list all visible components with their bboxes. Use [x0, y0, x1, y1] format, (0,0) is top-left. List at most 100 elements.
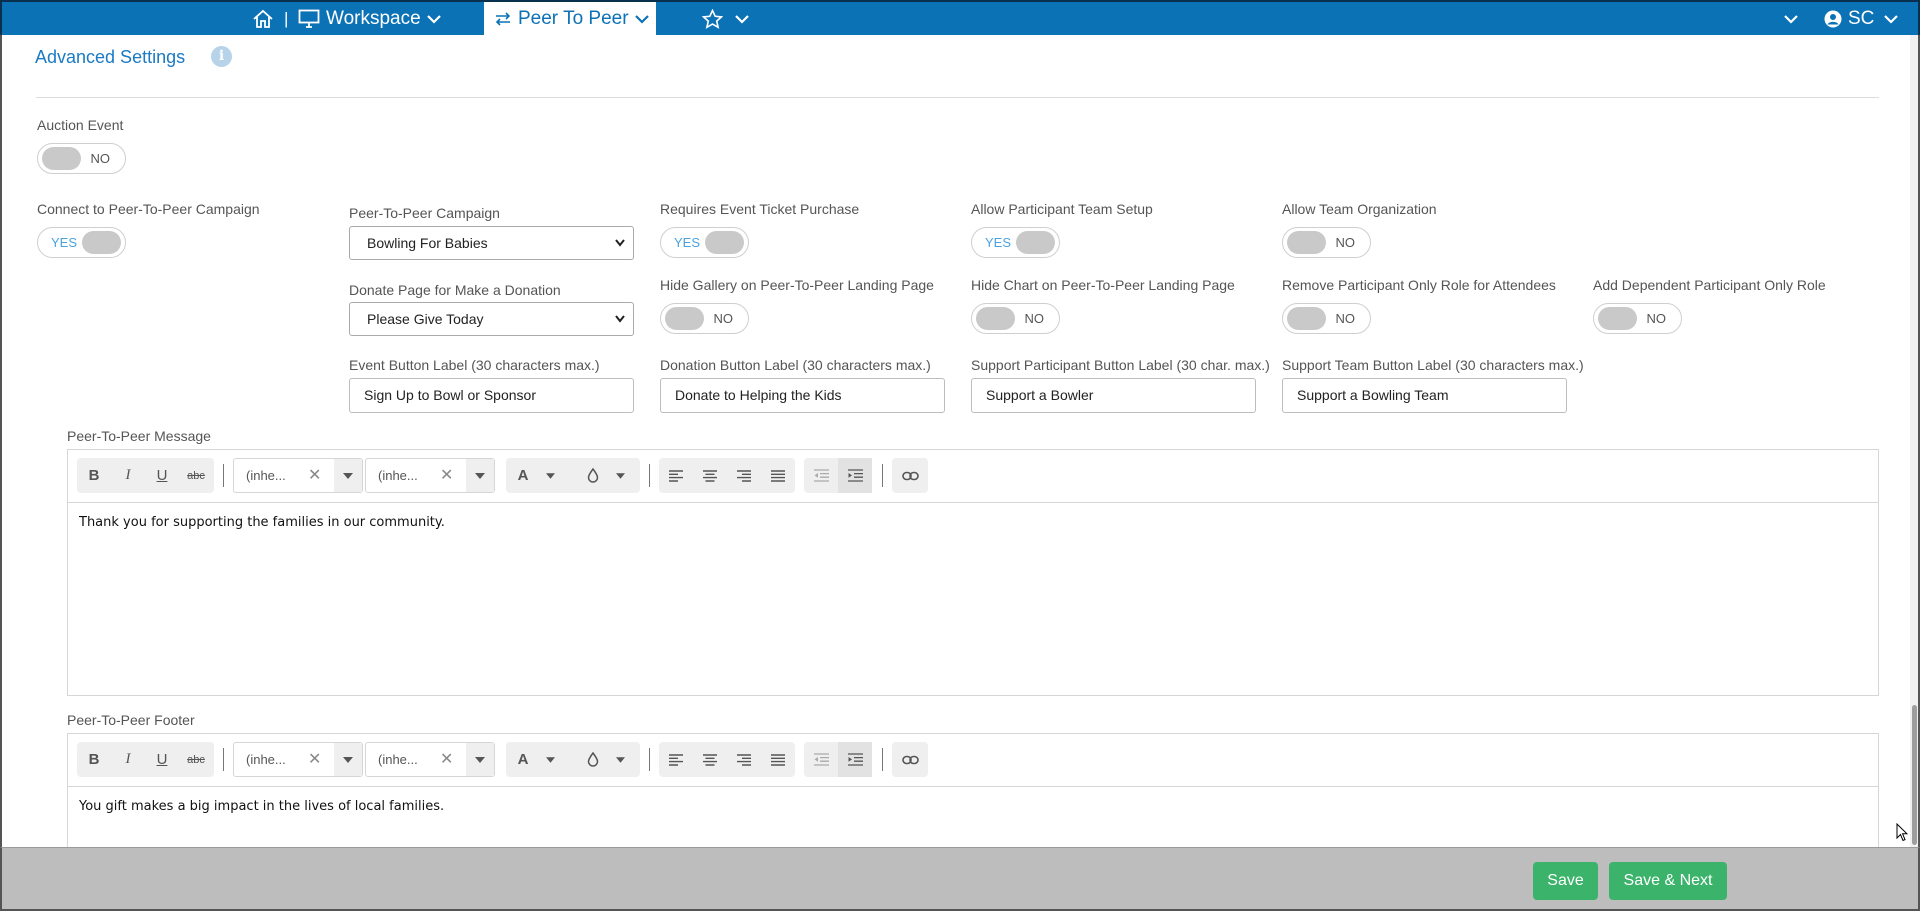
link-icon — [901, 471, 919, 480]
background-color-button[interactable] — [576, 742, 610, 777]
underline-button[interactable]: U — [145, 458, 179, 493]
format-group: B I U abc — [77, 458, 214, 493]
auction-event-toggle[interactable]: NO — [37, 143, 126, 174]
user-menu[interactable]: SC — [1824, 2, 1899, 35]
home-button[interactable] — [252, 2, 274, 35]
caret-down-icon — [545, 472, 555, 479]
campaign-select[interactable]: Bowling For Babies — [349, 226, 634, 260]
info-icon[interactable]: i — [211, 46, 232, 67]
indent-group — [804, 742, 872, 777]
outdent-icon — [813, 469, 829, 482]
link-button[interactable] — [893, 458, 927, 493]
bold-button[interactable]: B — [77, 742, 111, 777]
hide-chart-label: Hide Chart on Peer-To-Peer Landing Page — [971, 277, 1235, 293]
caret-down-icon — [343, 472, 353, 479]
donate-page-select-value: Please Give Today — [367, 311, 484, 327]
justify-button[interactable] — [761, 458, 795, 493]
outdent-button[interactable] — [804, 458, 838, 493]
nav-expand-menu[interactable] — [1784, 2, 1798, 35]
dropdown-button[interactable] — [334, 743, 362, 776]
underline-button[interactable]: U — [145, 742, 179, 777]
align-center-icon — [703, 753, 717, 766]
caret-down-icon — [545, 756, 555, 763]
toggle-state: NO — [1335, 235, 1356, 250]
clear-icon[interactable]: ✕ — [308, 459, 321, 492]
peer-to-peer-menu[interactable]: Peer To Peer — [484, 2, 656, 35]
editor-toolbar: B I U abc (inhe... ✕ (inhe... ✕ A — [68, 734, 1878, 787]
donation-button-input[interactable]: Donate to Helping the Kids — [660, 378, 945, 413]
connect-campaign-toggle[interactable]: YES — [37, 227, 126, 258]
clear-icon[interactable]: ✕ — [440, 743, 453, 776]
background-color-dropdown[interactable] — [610, 742, 630, 777]
save-next-button[interactable]: Save & Next — [1609, 862, 1727, 900]
link-group — [892, 742, 928, 777]
italic-button[interactable]: I — [111, 742, 145, 777]
support-participant-input[interactable]: Support a Bowler — [971, 378, 1256, 413]
toggle-knob — [42, 147, 81, 170]
link-button[interactable] — [893, 742, 927, 777]
support-team-input[interactable]: Support a Bowling Team — [1282, 378, 1567, 413]
background-color-dropdown[interactable] — [610, 458, 630, 493]
dropdown-button[interactable] — [466, 459, 494, 492]
indent-button[interactable] — [838, 742, 872, 777]
justify-button[interactable] — [761, 742, 795, 777]
font-color-dropdown[interactable] — [540, 742, 560, 777]
donate-page-select[interactable]: Please Give Today — [349, 302, 634, 336]
align-right-button[interactable] — [727, 458, 761, 493]
chevron-down-icon — [1884, 14, 1899, 24]
donation-button-label: Donation Button Label (30 characters max… — [660, 357, 931, 373]
remove-role-toggle[interactable]: NO — [1282, 303, 1371, 334]
favorites-menu[interactable] — [702, 2, 749, 35]
italic-button[interactable]: I — [111, 458, 145, 493]
footer-editor-content[interactable]: You gift makes a big impact in the lives… — [68, 787, 1878, 826]
user-initials: SC — [1848, 7, 1875, 29]
ticket-purchase-toggle[interactable]: YES — [660, 227, 749, 258]
align-center-button[interactable] — [693, 742, 727, 777]
workspace-menu[interactable]: Workspace — [298, 2, 441, 35]
top-nav-bar: | Workspace Peer To Peer SC — [0, 0, 1920, 35]
toolbar-separator — [649, 748, 650, 771]
section-title: Advanced Settings — [35, 47, 186, 67]
clear-icon[interactable]: ✕ — [440, 459, 453, 492]
event-button-input[interactable]: Sign Up to Bowl or Sponsor — [349, 378, 634, 413]
team-setup-toggle[interactable]: YES — [971, 227, 1060, 258]
font-family-select[interactable]: (inhe... ✕ — [233, 742, 363, 777]
bold-button[interactable]: B — [77, 458, 111, 493]
ticket-purchase-label: Requires Event Ticket Purchase — [660, 201, 860, 217]
toolbar-separator — [882, 464, 883, 487]
font-size-select[interactable]: (inhe... ✕ — [365, 458, 495, 493]
align-center-button[interactable] — [693, 458, 727, 493]
dropdown-button[interactable] — [334, 459, 362, 492]
toggle-state: YES — [985, 235, 1012, 250]
clear-icon[interactable]: ✕ — [308, 743, 321, 776]
support-team-label: Support Team Button Label (30 characters… — [1282, 357, 1584, 373]
indent-button[interactable] — [838, 458, 872, 493]
save-button[interactable]: Save — [1533, 862, 1598, 900]
chevron-down-icon — [615, 315, 625, 323]
align-left-button[interactable] — [659, 458, 693, 493]
toggle-knob — [1598, 307, 1637, 330]
team-organization-toggle[interactable]: NO — [1282, 227, 1371, 258]
star-icon — [702, 8, 723, 29]
message-editor: B I U abc (inhe... ✕ (inhe... ✕ A Thank … — [67, 449, 1879, 696]
dependent-role-toggle[interactable]: NO — [1593, 303, 1682, 334]
scrollbar-thumb[interactable] — [1912, 705, 1917, 845]
align-right-button[interactable] — [727, 742, 761, 777]
hide-gallery-toggle[interactable]: NO — [660, 303, 749, 334]
font-color-button[interactable]: A — [506, 742, 540, 777]
hide-gallery-label: Hide Gallery on Peer-To-Peer Landing Pag… — [660, 277, 934, 293]
toggle-knob — [1016, 231, 1055, 254]
background-color-button[interactable] — [576, 458, 610, 493]
dropdown-button[interactable] — [466, 743, 494, 776]
user-circle-icon — [1824, 10, 1842, 27]
strikethrough-button[interactable]: abc — [179, 458, 213, 493]
font-color-button[interactable]: A — [506, 458, 540, 493]
align-left-button[interactable] — [659, 742, 693, 777]
font-size-select[interactable]: (inhe... ✕ — [365, 742, 495, 777]
font-family-select[interactable]: (inhe... ✕ — [233, 458, 363, 493]
strikethrough-button[interactable]: abc — [179, 742, 213, 777]
hide-chart-toggle[interactable]: NO — [971, 303, 1060, 334]
message-editor-content[interactable]: Thank you for supporting the families in… — [68, 503, 1878, 542]
outdent-button[interactable] — [804, 742, 838, 777]
font-color-dropdown[interactable] — [540, 458, 560, 493]
